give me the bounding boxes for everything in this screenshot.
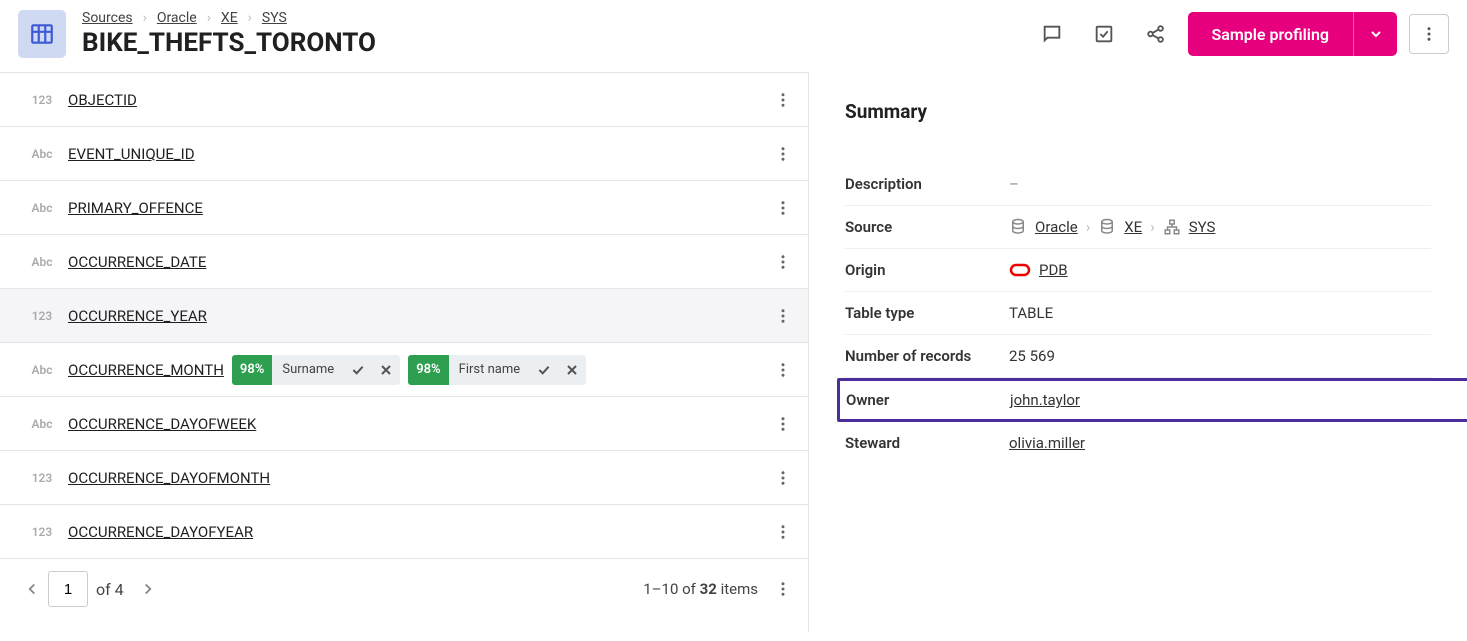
breadcrumb: Sources › Oracle › XE › SYS xyxy=(82,10,1016,26)
column-name[interactable]: OCCURRENCE_DATE xyxy=(68,253,206,271)
oracle-icon xyxy=(1009,263,1031,277)
chip-label: First name xyxy=(449,362,530,377)
row-menu-button[interactable] xyxy=(774,307,792,325)
row-menu-button[interactable] xyxy=(774,469,792,487)
schema-icon xyxy=(1163,218,1181,236)
accept-icon[interactable] xyxy=(344,362,372,378)
row-menu-button[interactable] xyxy=(774,145,792,163)
column-row[interactable]: Abc OCCURRENCE_DATE xyxy=(0,235,808,289)
source-link[interactable]: SYS xyxy=(1189,218,1216,236)
datatype-label: 123 xyxy=(16,93,68,107)
chevron-right-icon: › xyxy=(248,10,252,26)
column-row[interactable]: Abc OCCURRENCE_MONTH 98%Surname98%First … xyxy=(0,343,808,397)
chevron-right-icon: › xyxy=(207,10,211,26)
column-list: 123 OBJECTID Abc EVENT_UNIQUE_ID Abc PRI… xyxy=(0,72,808,632)
page-header: Sources › Oracle › XE › SYS BIKE_THEFTS_TOR… xyxy=(0,0,1467,72)
summary-row-description: Description – xyxy=(845,163,1431,206)
owner-link[interactable]: john.taylor xyxy=(1010,391,1080,409)
column-name[interactable]: OCCURRENCE_DAYOFMONTH xyxy=(68,469,270,487)
source-link[interactable]: XE xyxy=(1124,218,1142,236)
chip-percent: 98% xyxy=(408,355,448,385)
detection-chip: 98%Surname xyxy=(232,355,400,385)
row-menu-button[interactable] xyxy=(774,523,792,541)
pager-menu[interactable] xyxy=(774,580,792,598)
page-title: BIKE_THEFTS_TORONTO xyxy=(82,28,1016,58)
header-actions: Sample profiling xyxy=(1032,12,1450,56)
row-menu-button[interactable] xyxy=(774,253,792,271)
sample-profiling-dropdown[interactable] xyxy=(1353,12,1397,56)
column-name[interactable]: PRIMARY_OFFENCE xyxy=(68,199,203,217)
datatype-label: Abc xyxy=(16,417,68,431)
column-name[interactable]: EVENT_UNIQUE_ID xyxy=(68,145,195,163)
row-menu-button[interactable] xyxy=(774,91,792,109)
column-name[interactable]: OCCURRENCE_MONTH xyxy=(68,361,224,379)
reject-icon[interactable] xyxy=(372,362,400,378)
summary-panel: Summary Description – Source Oracle › XE… xyxy=(808,72,1467,632)
breadcrumb-item[interactable]: Oracle xyxy=(157,10,197,26)
datatype-label: Abc xyxy=(16,201,68,215)
pager-of-label: of 4 xyxy=(96,580,124,599)
column-row[interactable]: Abc PRIMARY_OFFENCE xyxy=(0,181,808,235)
breadcrumb-item[interactable]: SYS xyxy=(262,10,287,26)
column-row[interactable]: 123 OCCURRENCE_YEAR xyxy=(0,289,808,343)
header-main: Sources › Oracle › XE › SYS BIKE_THEFTS_TOR… xyxy=(82,10,1016,58)
summary-row-owner: Owner john.taylor xyxy=(837,378,1467,422)
column-name[interactable]: OCCURRENCE_YEAR xyxy=(68,307,207,325)
datatype-label: Abc xyxy=(16,147,68,161)
column-name[interactable]: OCCURRENCE_DAYOFYEAR xyxy=(68,523,253,541)
pager-next[interactable] xyxy=(132,573,164,605)
chevron-right-icon: › xyxy=(143,10,147,26)
column-name[interactable]: OBJECTID xyxy=(68,91,137,109)
reject-icon[interactable] xyxy=(558,362,586,378)
column-row[interactable]: 123 OCCURRENCE_DAYOFYEAR xyxy=(0,505,808,559)
row-menu-button[interactable] xyxy=(774,415,792,433)
datatype-label: 123 xyxy=(16,471,68,485)
steward-link[interactable]: olivia.miller xyxy=(1009,434,1085,452)
column-row[interactable]: 123 OCCURRENCE_DAYOFMONTH xyxy=(0,451,808,505)
origin-link[interactable]: PDB xyxy=(1039,261,1068,279)
accept-icon[interactable] xyxy=(530,362,558,378)
datatype-label: 123 xyxy=(16,525,68,539)
table-icon xyxy=(18,10,66,58)
row-menu-button[interactable] xyxy=(774,199,792,217)
breadcrumb-item[interactable]: Sources xyxy=(82,10,133,26)
pager-prev[interactable] xyxy=(16,573,48,605)
datatype-label: 123 xyxy=(16,309,68,323)
summary-heading: Summary xyxy=(845,100,1431,123)
pager-range: 1–10 of 32 items xyxy=(643,580,758,598)
summary-row-steward: Steward olivia.miller xyxy=(845,422,1431,464)
row-menu-button[interactable] xyxy=(774,361,792,379)
database-icon xyxy=(1009,218,1027,236)
sample-profiling-button[interactable]: Sample profiling xyxy=(1188,12,1354,56)
column-row[interactable]: Abc EVENT_UNIQUE_ID xyxy=(0,127,808,181)
column-row[interactable]: 123 OBJECTID xyxy=(0,73,808,127)
datatype-label: Abc xyxy=(16,363,68,377)
summary-row-tabletype: Table type TABLE xyxy=(845,292,1431,335)
detection-chip: 98%First name xyxy=(408,355,586,385)
breadcrumb-item[interactable]: XE xyxy=(221,10,238,26)
summary-row-records: Number of records 25 569 xyxy=(845,335,1431,378)
chip-label: Surname xyxy=(272,362,344,377)
pager-page-input[interactable] xyxy=(48,571,88,607)
comment-icon[interactable] xyxy=(1032,14,1072,54)
chip-percent: 98% xyxy=(232,355,272,385)
datatype-label: Abc xyxy=(16,255,68,269)
pagination-bar: of 4 1–10 of 32 items xyxy=(0,559,808,619)
column-name[interactable]: OCCURRENCE_DAYOFWEEK xyxy=(68,415,256,433)
summary-row-source: Source Oracle › XE › SYS xyxy=(845,206,1431,249)
checkbox-icon[interactable] xyxy=(1084,14,1124,54)
source-link[interactable]: Oracle xyxy=(1035,218,1078,236)
more-menu-button[interactable] xyxy=(1409,14,1449,54)
database-icon xyxy=(1098,218,1116,236)
column-row[interactable]: Abc OCCURRENCE_DAYOFWEEK xyxy=(0,397,808,451)
summary-row-origin: Origin PDB xyxy=(845,249,1431,292)
share-icon[interactable] xyxy=(1136,14,1176,54)
